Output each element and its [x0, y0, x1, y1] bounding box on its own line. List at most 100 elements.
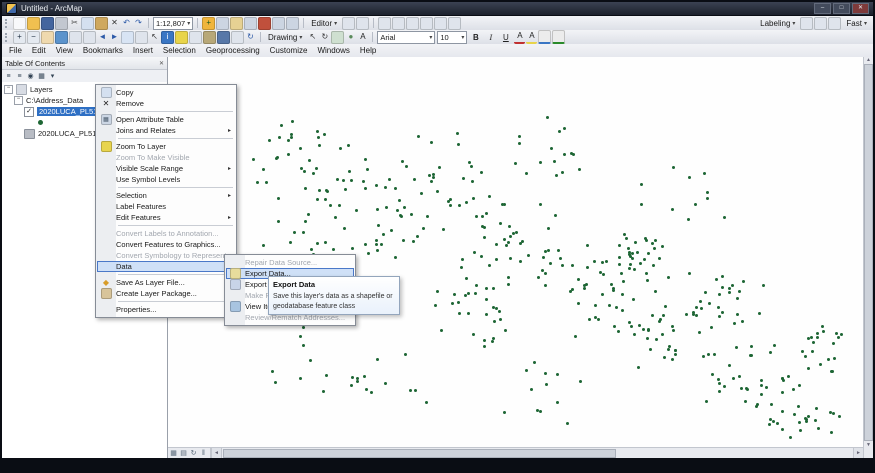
toc-header[interactable]: Table Of Contents ✕	[2, 57, 167, 70]
horizontal-scroll-track[interactable]	[222, 448, 853, 458]
measure-icon[interactable]	[203, 31, 216, 44]
forward-extent-icon[interactable]: ►	[109, 32, 120, 43]
font-size-combo[interactable]: 10 ▾	[437, 31, 467, 44]
fill-color-button[interactable]	[538, 30, 551, 44]
title-bar[interactable]: Untitled - ArcMap – □ ✕	[2, 2, 873, 15]
menu-view[interactable]: View	[51, 45, 78, 57]
menu-item-create-layer-package[interactable]: Create Layer Package...	[97, 288, 235, 299]
label-weights-icon[interactable]	[828, 17, 841, 30]
minimize-button[interactable]: –	[814, 3, 831, 14]
toc-options-icon[interactable]: ▾	[48, 72, 57, 81]
rectangle-tool-icon[interactable]	[331, 31, 344, 44]
font-name-combo[interactable]: Arial ▾	[377, 31, 435, 44]
toc-close-icon[interactable]: ✕	[159, 60, 164, 67]
label-priority-icon[interactable]	[814, 17, 827, 30]
close-button[interactable]: ✕	[852, 3, 869, 14]
redo-icon[interactable]: ↷	[133, 18, 144, 29]
fixed-zoom-out-icon[interactable]	[83, 31, 96, 44]
refresh-view-button[interactable]: ↻	[189, 449, 198, 457]
copy-icon[interactable]	[81, 17, 94, 30]
python-window-icon[interactable]	[272, 17, 285, 30]
go-to-xy-icon[interactable]	[231, 31, 244, 44]
map-scale-combo[interactable]: 1:12,807 ▾	[153, 17, 193, 30]
editor-dropdown[interactable]: Editor ▾	[308, 19, 340, 28]
arctoolbox-icon[interactable]	[258, 17, 271, 30]
undo-icon[interactable]: ↶	[121, 18, 132, 29]
cut-icon[interactable]: ✂	[69, 18, 80, 29]
fast-dropdown[interactable]: Fast ▾	[843, 19, 870, 28]
editor-sketch-tool-icon[interactable]	[356, 17, 369, 30]
rotate-graphics-icon[interactable]: ↻	[319, 32, 330, 43]
list-by-visibility-icon[interactable]: ◉	[26, 72, 35, 81]
labeling-dropdown[interactable]: Labeling ▾	[757, 19, 798, 28]
menu-item-zoom-to-layer[interactable]: Zoom To Layer	[97, 141, 235, 152]
layout-view-button[interactable]: ▤	[179, 449, 188, 457]
menu-item-save-as-layer-file[interactable]: ◆Save As Layer File...	[97, 277, 235, 288]
menu-item-edit-features[interactable]: Edit Features▸	[97, 212, 235, 223]
editor-edit-tool-icon[interactable]	[342, 17, 355, 30]
select-features-icon[interactable]	[121, 31, 134, 44]
print-icon[interactable]	[55, 17, 68, 30]
italic-button[interactable]: I	[484, 31, 497, 44]
zoom-in-icon[interactable]: +	[13, 31, 26, 44]
menu-bookmarks[interactable]: Bookmarks	[78, 45, 128, 57]
scroll-right-icon[interactable]: ►	[853, 448, 864, 458]
select-elements-icon[interactable]: ↖	[149, 32, 160, 43]
font-color-button[interactable]: A	[514, 31, 525, 44]
pause-drawing-button[interactable]: ‖	[199, 449, 208, 457]
full-extent-icon[interactable]	[55, 31, 68, 44]
menu-item-properties[interactable]: Properties...	[97, 304, 235, 315]
refresh-view-icon[interactable]: ↻	[245, 32, 256, 43]
list-by-source-icon[interactable]: ≡	[15, 72, 24, 81]
text-tool-icon[interactable]: A	[357, 32, 368, 43]
add-data-icon[interactable]: +	[202, 17, 215, 30]
toolbar-grip[interactable]	[5, 19, 10, 28]
underline-button[interactable]: U	[499, 31, 512, 44]
search-window-icon[interactable]	[244, 17, 257, 30]
bold-button[interactable]: B	[469, 31, 482, 44]
list-by-drawing-order-icon[interactable]: ≡	[4, 72, 13, 81]
menu-item-convert-features-to-graphics[interactable]: Convert Features to Graphics...	[97, 239, 235, 250]
table-of-contents-icon[interactable]	[216, 17, 229, 30]
menu-selection[interactable]: Selection	[158, 45, 201, 57]
select-graphics-icon[interactable]: ↖	[307, 32, 318, 43]
ellipse-tool-icon[interactable]: ●	[345, 32, 356, 43]
zoom-out-icon[interactable]: −	[27, 31, 40, 44]
pan-icon[interactable]	[41, 31, 54, 44]
menu-item-open-attribute-table[interactable]: ▦Open Attribute Table	[97, 114, 235, 125]
collapse-icon[interactable]: −	[4, 85, 13, 94]
new-map-icon[interactable]	[13, 17, 26, 30]
menu-edit[interactable]: Edit	[27, 45, 51, 57]
delete-icon[interactable]: ✕	[109, 18, 120, 29]
menu-item-joins-and-relates[interactable]: Joins and Relates▸	[97, 125, 235, 136]
menu-item-data[interactable]: Data▸	[97, 261, 235, 272]
back-extent-icon[interactable]: ◄	[97, 32, 108, 43]
hyperlink-icon[interactable]	[175, 31, 188, 44]
catalog-icon[interactable]	[230, 17, 243, 30]
menu-item-visible-scale-range[interactable]: Visible Scale Range▸	[97, 163, 235, 174]
spatial-adjustment-icon[interactable]	[448, 17, 461, 30]
menu-customize[interactable]: Customize	[265, 45, 313, 57]
menu-item-copy[interactable]: Copy	[97, 87, 235, 98]
line-color-button[interactable]	[552, 30, 565, 44]
clear-selection-icon[interactable]	[135, 31, 148, 44]
toolbar-grip[interactable]	[5, 33, 10, 42]
collapse-icon[interactable]: −	[14, 96, 23, 105]
horizontal-scroll-thumb[interactable]	[223, 449, 616, 458]
data-view-button[interactable]: ▦	[169, 449, 178, 457]
menu-item-label-features[interactable]: Label Features	[97, 201, 235, 212]
snapping-icon[interactable]	[406, 17, 419, 30]
topology-icon[interactable]	[420, 17, 433, 30]
list-by-selection-icon[interactable]: ▦	[37, 72, 46, 81]
paste-icon[interactable]	[95, 17, 108, 30]
vertical-scroll-thumb[interactable]	[864, 64, 873, 441]
menu-windows[interactable]: Windows	[312, 45, 354, 57]
attributes-icon[interactable]	[392, 17, 405, 30]
menu-item-selection[interactable]: Selection▸	[97, 190, 235, 201]
maximize-button[interactable]: □	[833, 3, 850, 14]
create-features-icon[interactable]	[378, 17, 391, 30]
highlight-color-button[interactable]: A	[526, 31, 537, 44]
adjust-features-icon[interactable]	[434, 17, 447, 30]
label-manager-icon[interactable]	[800, 17, 813, 30]
fixed-zoom-in-icon[interactable]	[69, 31, 82, 44]
